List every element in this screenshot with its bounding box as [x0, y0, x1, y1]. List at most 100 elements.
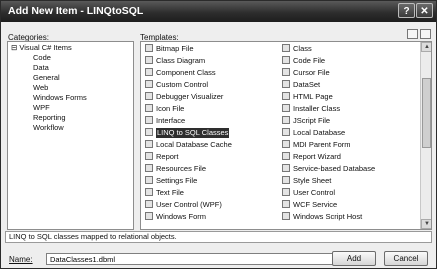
template-item-label: LINQ to SQL Classes: [156, 128, 230, 138]
script-host-icon: [282, 212, 290, 220]
template-item-label: Installer Class: [293, 104, 341, 113]
interface-icon: [145, 116, 153, 124]
dataset-icon: [282, 80, 290, 88]
bitmap-icon: [145, 44, 153, 52]
template-item[interactable]: DataSet: [282, 80, 418, 90]
template-item-label: Custom Control: [156, 80, 209, 89]
category-item-code[interactable]: Code: [33, 53, 51, 62]
template-item[interactable]: Service-based Database: [282, 164, 418, 174]
resources-icon: [145, 164, 153, 172]
wcf-icon: [282, 200, 290, 208]
name-input[interactable]: [46, 253, 376, 265]
template-item[interactable]: Class: [282, 44, 418, 54]
service-db-icon: [282, 164, 290, 172]
category-item-windows-forms[interactable]: Windows Forms: [33, 93, 87, 102]
template-item[interactable]: Resources File: [145, 164, 275, 174]
category-item-workflow[interactable]: Workflow: [33, 123, 64, 132]
template-item[interactable]: Code File: [282, 56, 418, 66]
template-item-label: Settings File: [156, 176, 198, 185]
installer-icon: [282, 104, 290, 112]
settings-icon: [145, 176, 153, 184]
template-item[interactable]: Component Class: [145, 68, 275, 78]
help-button[interactable]: ?: [398, 3, 415, 18]
template-item[interactable]: Report Wizard: [282, 152, 418, 162]
category-item-wpf[interactable]: WPF: [33, 103, 50, 112]
category-item-general[interactable]: General: [33, 73, 60, 82]
name-label-text: Name:: [9, 255, 33, 264]
template-item[interactable]: Local Database: [282, 128, 418, 138]
template-item[interactable]: Windows Form: [145, 212, 275, 222]
report-icon: [145, 152, 153, 160]
template-item[interactable]: LINQ to SQL Classes: [145, 128, 275, 138]
small-icons-view-icon[interactable]: [420, 29, 431, 39]
category-item-data[interactable]: Data: [33, 63, 49, 72]
template-item[interactable]: WCF Service: [282, 200, 418, 210]
template-item[interactable]: Icon File: [145, 104, 275, 114]
template-item[interactable]: Custom Control: [145, 80, 275, 90]
template-item-label: Windows Script Host: [293, 212, 363, 221]
tree-root-label: Visual C# Items: [19, 43, 72, 52]
template-item[interactable]: JScript File: [282, 116, 418, 126]
custom-control-icon: [145, 80, 153, 88]
template-item-label: JScript File: [293, 116, 331, 125]
tree-root-visual-csharp-items[interactable]: ⊟ Visual C# Items: [11, 43, 72, 52]
template-item[interactable]: Cursor File: [282, 68, 418, 78]
template-item[interactable]: Style Sheet: [282, 176, 418, 186]
template-item[interactable]: HTML Page: [282, 92, 418, 102]
templates-list[interactable]: Bitmap File Class Diagram Component Class C…: [140, 41, 432, 230]
style-sheet-icon: [282, 176, 290, 184]
template-item-label: Icon File: [156, 104, 185, 113]
template-item-label: DataSet: [293, 80, 321, 89]
templates-scrollbar[interactable]: ▲ ▼: [420, 42, 431, 229]
user-control-wpf-icon: [145, 200, 153, 208]
template-item[interactable]: Bitmap File: [145, 44, 275, 54]
template-item-label: Report: [156, 152, 179, 161]
large-icons-view-icon[interactable]: [407, 29, 418, 39]
template-item[interactable]: User Control (WPF): [145, 200, 275, 210]
template-item[interactable]: Settings File: [145, 176, 275, 186]
template-item[interactable]: Text File: [145, 188, 275, 198]
debugger-icon: [145, 92, 153, 100]
collapse-toggle-icon[interactable]: ⊟: [11, 43, 17, 52]
close-button[interactable]: ✕: [416, 3, 433, 18]
scroll-down-icon[interactable]: ▼: [421, 219, 431, 229]
template-item[interactable]: Interface: [145, 116, 275, 126]
template-item-label: HTML Page: [293, 92, 333, 101]
template-item[interactable]: Installer Class: [282, 104, 418, 114]
scroll-up-icon[interactable]: ▲: [421, 42, 431, 52]
title-bar[interactable]: Add New Item - LINQtoSQL ? ✕: [1, 1, 436, 22]
template-item[interactable]: Local Database Cache: [145, 140, 275, 150]
template-item[interactable]: Windows Script Host: [282, 212, 418, 222]
linq-icon: [145, 128, 153, 136]
code-file-icon: [282, 56, 290, 64]
dialog-title: Add New Item - LINQtoSQL: [8, 5, 144, 17]
template-item-label: Code File: [293, 56, 326, 65]
template-item-label: Class Diagram: [156, 56, 206, 65]
template-item-label: Style Sheet: [293, 176, 332, 185]
add-button[interactable]: Add: [332, 251, 376, 266]
template-item[interactable]: Class Diagram: [145, 56, 275, 66]
category-item-web[interactable]: Web: [33, 83, 48, 92]
template-item-label: Component Class: [156, 68, 216, 77]
add-new-item-dialog: Add New Item - LINQtoSQL ? ✕ Categories:…: [0, 0, 437, 269]
scroll-thumb[interactable]: [422, 78, 431, 148]
template-item[interactable]: Debugger Visualizer: [145, 92, 275, 102]
categories-tree[interactable]: ⊟ Visual C# Items Code Data General Web Wind…: [7, 41, 134, 230]
template-item-label: Class: [293, 44, 312, 53]
windows-form-icon: [145, 212, 153, 220]
template-item-label: Local Database Cache: [156, 140, 232, 149]
template-item[interactable]: User Control: [282, 188, 418, 198]
template-item-label: Text File: [156, 188, 184, 197]
category-item-reporting[interactable]: Reporting: [33, 113, 66, 122]
database-cache-icon: [145, 140, 153, 148]
cancel-button[interactable]: Cancel: [384, 251, 428, 266]
mdi-form-icon: [282, 140, 290, 148]
template-item[interactable]: MDI Parent Form: [282, 140, 418, 150]
class-icon: [282, 44, 290, 52]
local-database-icon: [282, 128, 290, 136]
class-diagram-icon: [145, 56, 153, 64]
template-item-label: MDI Parent Form: [293, 140, 351, 149]
template-item-label: User Control: [293, 188, 336, 197]
template-item[interactable]: Report: [145, 152, 275, 162]
template-item-label: Cursor File: [293, 68, 330, 77]
